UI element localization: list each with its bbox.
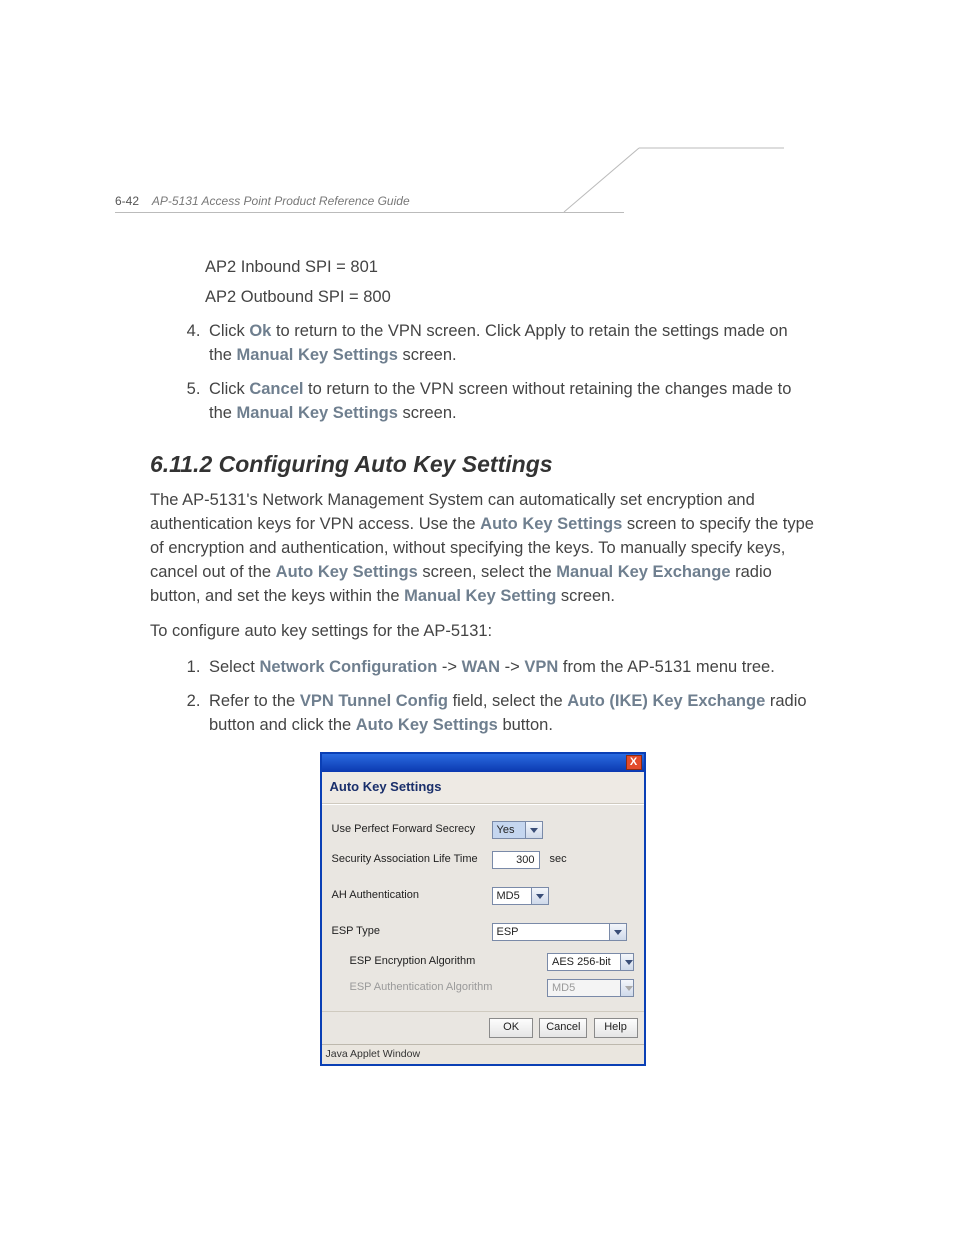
dialog-title: Auto Key Settings xyxy=(322,772,644,804)
label-salt: Security Association Life Time xyxy=(332,852,492,868)
s1-ar2: -> xyxy=(500,658,524,676)
manual-key-settings-ref-2: Manual Key Settings xyxy=(237,404,398,422)
close-icon: X xyxy=(630,756,637,768)
auto-key-settings-ref: Auto Key Settings xyxy=(480,515,622,533)
auto-ike-key-exchange-ref: Auto (IKE) Key Exchange xyxy=(567,692,765,710)
header-diagonal xyxy=(584,148,704,228)
running-header: 6-42 AP-5131 Access Point Product Refere… xyxy=(115,194,410,208)
cancel-ref: Cancel xyxy=(249,380,303,398)
dialog-status-bar: Java Applet Window xyxy=(322,1044,644,1064)
spi-block: AP2 Inbound SPI = 801 AP2 Outbound SPI =… xyxy=(205,256,815,310)
select-esp-enc[interactable]: AES 256-bit xyxy=(547,953,634,971)
dialog-container: X Auto Key Settings Use Perfect Forward … xyxy=(320,752,646,1066)
page-number: 6-42 xyxy=(115,194,139,208)
unit-salt: sec xyxy=(550,852,567,868)
select-esp-enc-value: AES 256-bit xyxy=(548,954,620,970)
row-esp-enc: ESP Encryption Algorithm AES 256-bit xyxy=(332,953,634,971)
chevron-down-icon xyxy=(609,924,626,940)
auto-key-settings-ref-2: Auto Key Settings xyxy=(276,563,418,581)
spi-line-1: AP2 Inbound SPI = 801 xyxy=(205,256,815,280)
chevron-down-icon xyxy=(531,888,548,904)
chevron-down-icon xyxy=(620,954,633,970)
label-esp-type: ESP Type xyxy=(332,924,492,940)
row-pfs: Use Perfect Forward Secrecy Yes xyxy=(332,821,634,839)
s1-a: Select xyxy=(209,658,259,676)
wan-ref: WAN xyxy=(462,658,501,676)
row-salt: Security Association Life Time 300 sec xyxy=(332,851,634,869)
input-salt[interactable]: 300 xyxy=(492,851,540,869)
step-5: Click Cancel to return to the VPN screen… xyxy=(205,378,815,426)
dialog-titlebar[interactable]: X xyxy=(322,754,644,772)
dialog-button-row: OK Cancel Help xyxy=(322,1011,644,1044)
chevron-down-icon xyxy=(620,980,633,996)
label-pfs: Use Perfect Forward Secrecy xyxy=(332,822,492,838)
step4-text-c: screen. xyxy=(398,346,457,364)
select-ah[interactable]: MD5 xyxy=(492,887,549,905)
manual-key-exchange-ref: Manual Key Exchange xyxy=(556,563,730,581)
s2-b: field, select the xyxy=(448,692,567,710)
chevron-down-icon xyxy=(525,822,542,838)
s2-a: Refer to the xyxy=(209,692,300,710)
s1-b: from the AP-5131 menu tree. xyxy=(558,658,774,676)
section-heading: 6.11.2 Configuring Auto Key Settings xyxy=(150,448,815,481)
row-esp-type: ESP Type ESP xyxy=(332,923,634,941)
steps-4-5: Click Ok to return to the VPN screen. Cl… xyxy=(150,320,815,426)
ok-ref: Ok xyxy=(249,322,271,340)
select-esp-auth-value: MD5 xyxy=(548,980,620,996)
cancel-button[interactable]: Cancel xyxy=(539,1018,587,1038)
select-esp-type[interactable]: ESP xyxy=(492,923,627,941)
row-ah: AH Authentication MD5 xyxy=(332,887,634,905)
page: 6-42 AP-5131 Access Point Product Refere… xyxy=(0,0,954,1235)
step-1: Select Network Configuration -> WAN -> V… xyxy=(205,656,815,680)
label-ah: AH Authentication xyxy=(332,888,492,904)
section-para-2: To configure auto key settings for the A… xyxy=(150,620,815,644)
s2-d: button. xyxy=(498,716,553,734)
select-esp-type-value: ESP xyxy=(493,924,609,940)
p1-c: screen, select the xyxy=(418,563,557,581)
close-button[interactable]: X xyxy=(626,755,642,770)
header-rule xyxy=(115,212,624,213)
p1-e: screen. xyxy=(556,587,615,605)
help-button[interactable]: Help xyxy=(594,1018,638,1038)
steps-1-2: Select Network Configuration -> WAN -> V… xyxy=(150,656,815,738)
auto-key-settings-button-ref: Auto Key Settings xyxy=(356,716,498,734)
manual-key-setting-ref: Manual Key Setting xyxy=(404,587,556,605)
ok-button[interactable]: OK xyxy=(489,1018,533,1038)
select-ah-value: MD5 xyxy=(493,888,531,904)
select-esp-auth: MD5 xyxy=(547,979,634,997)
guide-title: AP-5131 Access Point Product Reference G… xyxy=(152,194,410,208)
select-pfs-value: Yes xyxy=(493,822,525,838)
s1-ar1: -> xyxy=(437,658,461,676)
step-2: Refer to the VPN Tunnel Config field, se… xyxy=(205,690,815,738)
spi-line-2: AP2 Outbound SPI = 800 xyxy=(205,286,815,310)
step-4: Click Ok to return to the VPN screen. Cl… xyxy=(205,320,815,368)
vpn-ref: VPN xyxy=(524,658,558,676)
auto-key-settings-dialog: X Auto Key Settings Use Perfect Forward … xyxy=(320,752,646,1066)
vpn-tunnel-config-ref: VPN Tunnel Config xyxy=(300,692,448,710)
manual-key-settings-ref: Manual Key Settings xyxy=(237,346,398,364)
content-area: AP2 Inbound SPI = 801 AP2 Outbound SPI =… xyxy=(150,256,815,1066)
row-esp-auth: ESP Authentication Algorithm MD5 xyxy=(332,979,634,997)
step5-text-c: screen. xyxy=(398,404,457,422)
step5-text-a: Click xyxy=(209,380,249,398)
label-esp-auth: ESP Authentication Algorithm xyxy=(332,980,548,996)
select-pfs[interactable]: Yes xyxy=(492,821,543,839)
dialog-body: Use Perfect Forward Secrecy Yes Security… xyxy=(322,804,644,1011)
section-para-1: The AP-5131's Network Management System … xyxy=(150,489,815,609)
step4-text-a: Click xyxy=(209,322,249,340)
label-esp-enc: ESP Encryption Algorithm xyxy=(332,954,548,970)
network-configuration-ref: Network Configuration xyxy=(259,658,437,676)
